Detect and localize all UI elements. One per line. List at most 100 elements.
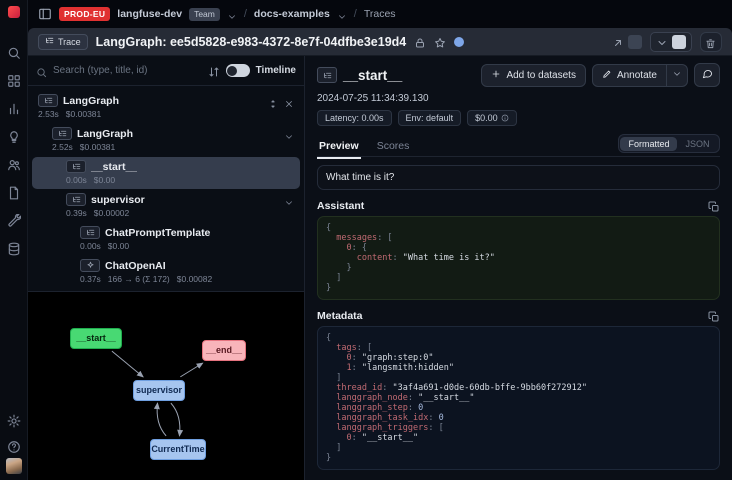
- tree-item-LangGraph[interactable]: LangGraph2.52s$0.00381: [32, 124, 300, 156]
- breadcrumb-org[interactable]: langfuse-dev: [117, 8, 182, 20]
- chevron-down-icon[interactable]: [284, 129, 294, 139]
- environment-badge: PROD-EU: [59, 7, 110, 21]
- input-message-text: What time is it?: [326, 172, 394, 183]
- tree-item-metrics: 2.52s$0.00381: [52, 142, 294, 152]
- file-icon[interactable]: [7, 186, 21, 200]
- tree-actions: [268, 96, 294, 106]
- metric-badge: Latency: 0.00s: [317, 110, 392, 126]
- tree-item-metrics: 0.37s166 → 6 (Σ 172)$0.00082: [80, 274, 294, 284]
- chevron-down-icon: [672, 66, 682, 84]
- observation-timestamp: 2024-07-25 11:34:39.130: [317, 93, 720, 104]
- search-icon[interactable]: [7, 46, 21, 60]
- database-icon[interactable]: [7, 242, 21, 256]
- navigate-up-button[interactable]: [612, 35, 642, 49]
- timeline-toggle-label: Timeline: [256, 65, 296, 76]
- tree-item-label: ChatPromptTemplate: [105, 227, 210, 239]
- section-title: Metadata: [317, 310, 363, 322]
- metric-badge-label: Env: default: [406, 113, 454, 123]
- delete-trace-button[interactable]: [700, 32, 722, 52]
- org-plan-badge: Team: [189, 8, 220, 21]
- tree-item-__start__[interactable]: __start__0.00s$0.00: [32, 157, 300, 189]
- code-block-metadata[interactable]: { tags: [ 0: "graph:step:0" 1: "langsmit…: [317, 326, 720, 470]
- sort-icon[interactable]: [208, 65, 220, 77]
- expand-icon: [612, 36, 624, 48]
- tree-item-label: LangGraph: [63, 95, 119, 107]
- breadcrumb-page[interactable]: Traces: [364, 8, 396, 20]
- breadcrumb-project[interactable]: docs-examples: [254, 8, 330, 20]
- observation-badges: Latency: 0.00s Env: default $0.00: [317, 110, 720, 126]
- annotate-button[interactable]: Annotate: [593, 65, 666, 86]
- breadcrumb-bar: PROD-EU langfuse-dev Team / docs-example…: [28, 0, 732, 28]
- user-avatar[interactable]: [6, 458, 22, 474]
- expand-all-icon[interactable]: [268, 96, 278, 106]
- lock-icon[interactable]: [414, 36, 426, 48]
- agent-graph: __start__ __end__ supervisor CurrentTime: [28, 291, 304, 480]
- tree-item-ChatOpenAI[interactable]: ChatOpenAI0.37s166 → 6 (Σ 172)$0.00082: [32, 256, 300, 288]
- metric-badge-label: Latency: 0.00s: [325, 113, 384, 123]
- star-icon[interactable]: [434, 36, 446, 48]
- graph-node-supervisor[interactable]: supervisor: [133, 380, 185, 401]
- observation-type-icon: [38, 94, 58, 107]
- tab-preview[interactable]: Preview: [317, 136, 361, 159]
- metric-badge-label: $0.00: [475, 113, 498, 123]
- panel-toggle-icon[interactable]: [38, 7, 52, 21]
- trace-header-bar: Trace LangGraph: ee5d5828-e983-4372-8e7f…: [28, 28, 732, 56]
- add-to-datasets-button[interactable]: Add to datasets: [481, 64, 586, 87]
- input-message-box[interactable]: What time is it?: [317, 165, 720, 190]
- observation-type-icon: [317, 67, 337, 83]
- plus-icon: [491, 69, 501, 82]
- tree-item-metrics: 2.53s$0.00381: [38, 109, 294, 119]
- trash-icon: [705, 36, 717, 48]
- help-icon[interactable]: [7, 440, 21, 454]
- wrench-icon[interactable]: [7, 214, 21, 228]
- graph-node-__start__[interactable]: __start__: [70, 328, 122, 349]
- timeline-toggle[interactable]: [226, 64, 250, 77]
- observation-detail-panel: __start__ Add to datasets Annotate: [305, 56, 732, 480]
- navigate-down-button[interactable]: [650, 32, 692, 52]
- breadcrumb-separator: /: [354, 8, 357, 20]
- chevron-down-icon[interactable]: [337, 9, 347, 19]
- dashboard-icon[interactable]: [7, 74, 21, 88]
- tree-item-supervisor[interactable]: supervisor0.39s$0.00002: [32, 190, 300, 222]
- format-option-json[interactable]: JSON: [677, 137, 717, 151]
- tab-scores[interactable]: Scores: [375, 136, 412, 159]
- users-icon[interactable]: [7, 158, 21, 172]
- section-header-assistant: Assistant: [317, 200, 720, 212]
- pencil-icon: [602, 69, 612, 82]
- trace-tree-panel: Timeline LangGraph2.53s$0.00381LangGraph…: [28, 56, 305, 480]
- annotate-dropdown-button[interactable]: [666, 65, 687, 86]
- tree-search-row: Timeline: [28, 56, 304, 86]
- comments-button[interactable]: [694, 63, 720, 87]
- tree-item-label: __start__: [91, 161, 137, 173]
- chart-icon[interactable]: [7, 102, 21, 116]
- detail-tabs-row: Preview Scores FormattedJSON: [317, 134, 720, 157]
- observation-type-icon: [80, 259, 100, 272]
- search-icon: [36, 65, 47, 76]
- tree-item-label: supervisor: [91, 194, 145, 206]
- graph-edge-supervisor-to-CurrentTime: [171, 403, 180, 436]
- metric-badge: $0.00: [467, 110, 517, 126]
- chevron-down-icon: [656, 36, 668, 48]
- sidebar-rail-bottom: [7, 414, 21, 454]
- chevron-down-icon[interactable]: [284, 195, 294, 205]
- code-block-assistant[interactable]: { messages: [ 0: { content: "What time i…: [317, 216, 720, 300]
- tree-item-LangGraph[interactable]: LangGraph 2.53s$0.00381: [32, 91, 300, 123]
- tree-item-ChatPromptTemplate[interactable]: ChatPromptTemplate 0.00s$0.00: [32, 223, 300, 255]
- graph-node-CurrentTime[interactable]: CurrentTime: [150, 439, 206, 460]
- graph-node-__end__[interactable]: __end__: [202, 340, 246, 361]
- tree-search-input[interactable]: [53, 65, 202, 76]
- trace-tree: LangGraph 2.53s$0.00381 LangGraph2.52s$0.0…: [28, 86, 304, 291]
- collapse-all-icon[interactable]: [284, 96, 294, 106]
- langfuse-logo-icon[interactable]: [8, 6, 20, 18]
- lightbulb-icon[interactable]: [7, 130, 21, 144]
- sidebar-rail: [0, 0, 28, 480]
- chevron-down-icon[interactable]: [227, 9, 237, 19]
- info-icon: [501, 114, 509, 122]
- format-option-formatted[interactable]: Formatted: [620, 137, 677, 151]
- trace-type-badge: Trace: [38, 34, 88, 50]
- tree-item-metrics: 0.00s$0.00: [80, 241, 294, 251]
- section-title: Assistant: [317, 200, 364, 212]
- copy-icon[interactable]: [708, 310, 720, 322]
- copy-icon[interactable]: [708, 200, 720, 212]
- gear-icon[interactable]: [7, 414, 21, 428]
